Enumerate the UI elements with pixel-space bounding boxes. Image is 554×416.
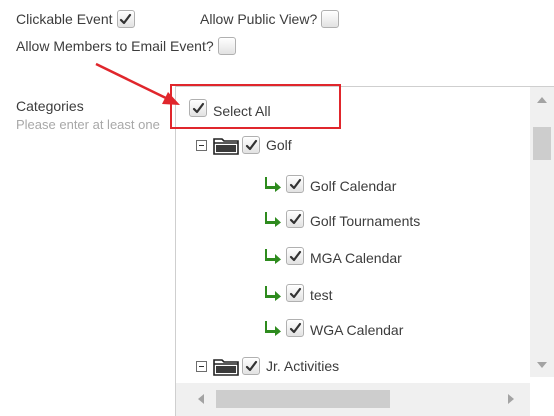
child-arrow-icon	[265, 212, 281, 227]
tree-leaf-mga-calendar[interactable]: MGA Calendar	[264, 246, 402, 266]
checkmark-icon	[289, 178, 301, 189]
golf-checkbox[interactable]	[242, 136, 260, 154]
collapse-toggle[interactable]	[196, 360, 207, 372]
clickable-event-checkbox[interactable]	[116, 10, 135, 28]
jr-activities-checkbox[interactable]	[242, 357, 260, 375]
tree-leaf-test[interactable]: test	[264, 283, 333, 303]
checkmark-icon	[289, 322, 301, 333]
mga-calendar-checkbox[interactable]	[286, 247, 304, 265]
tree-leaf-label: Golf Tournaments	[310, 213, 421, 229]
child-arrow-icon	[265, 177, 281, 192]
clickable-event-label: Clickable Event	[16, 11, 113, 27]
checkmark-icon	[119, 13, 132, 24]
tree-leaf-label: test	[310, 287, 333, 303]
allow-members-email-checkbox[interactable]	[217, 37, 236, 55]
event-settings-panel: Clickable Event Allow Public View? Allow…	[0, 0, 554, 416]
tree-leaf-label: WGA Calendar	[310, 322, 404, 338]
checkmark-icon	[289, 213, 301, 224]
horizontal-scroll-thumb[interactable]	[216, 390, 390, 408]
tree-group-golf[interactable]: Golf	[196, 135, 292, 155]
child-arrow-icon	[265, 321, 281, 336]
vertical-scrollbar[interactable]	[530, 87, 554, 377]
vertical-scroll-thumb[interactable]	[533, 127, 551, 160]
categories-label: Categories	[16, 98, 84, 114]
golf-calendar-checkbox[interactable]	[286, 175, 304, 193]
checkmark-icon	[245, 139, 257, 150]
allow-members-email-row: Allow Members to Email Event?	[16, 37, 236, 55]
tree-group-label: Golf	[266, 137, 292, 153]
folder-icon	[213, 359, 239, 376]
tree-group-label: Jr. Activities	[266, 358, 340, 374]
test-checkbox[interactable]	[286, 284, 304, 302]
allow-public-view-checkbox[interactable]	[321, 10, 340, 28]
clickable-event-row: Clickable Event	[16, 10, 135, 28]
child-arrow-icon	[265, 286, 281, 301]
tree-leaf-golf-calendar[interactable]: Golf Calendar	[264, 174, 396, 194]
tree-leaf-label: Golf Calendar	[310, 178, 397, 194]
scroll-corner	[530, 377, 554, 416]
categories-hint: Please enter at least one	[16, 117, 160, 132]
allow-public-view-label: Allow Public View?	[200, 11, 318, 27]
scroll-down-icon[interactable]	[537, 362, 547, 368]
folder-icon	[213, 138, 239, 155]
scroll-up-icon[interactable]	[537, 97, 547, 103]
scroll-left-icon[interactable]	[198, 394, 204, 404]
tree-leaf-golf-tournaments[interactable]: Golf Tournaments	[264, 209, 420, 229]
checkmark-icon	[289, 287, 301, 298]
annotation-highlight-box	[170, 84, 341, 129]
golf-tournaments-checkbox[interactable]	[286, 210, 304, 228]
collapse-toggle[interactable]	[196, 139, 207, 151]
checkmark-icon	[289, 250, 301, 261]
allow-members-email-label: Allow Members to Email Event?	[16, 38, 214, 54]
horizontal-scrollbar[interactable]	[176, 383, 530, 416]
tree-leaf-wga-calendar[interactable]: WGA Calendar	[264, 318, 403, 338]
tree-leaf-label: MGA Calendar	[310, 250, 402, 266]
child-arrow-icon	[265, 249, 281, 264]
tree-group-jr-activities[interactable]: Jr. Activities	[196, 356, 339, 376]
wga-calendar-checkbox[interactable]	[286, 319, 304, 337]
scroll-right-icon[interactable]	[508, 394, 514, 404]
allow-public-view-row: Allow Public View?	[200, 10, 340, 28]
checkmark-icon	[245, 360, 257, 371]
